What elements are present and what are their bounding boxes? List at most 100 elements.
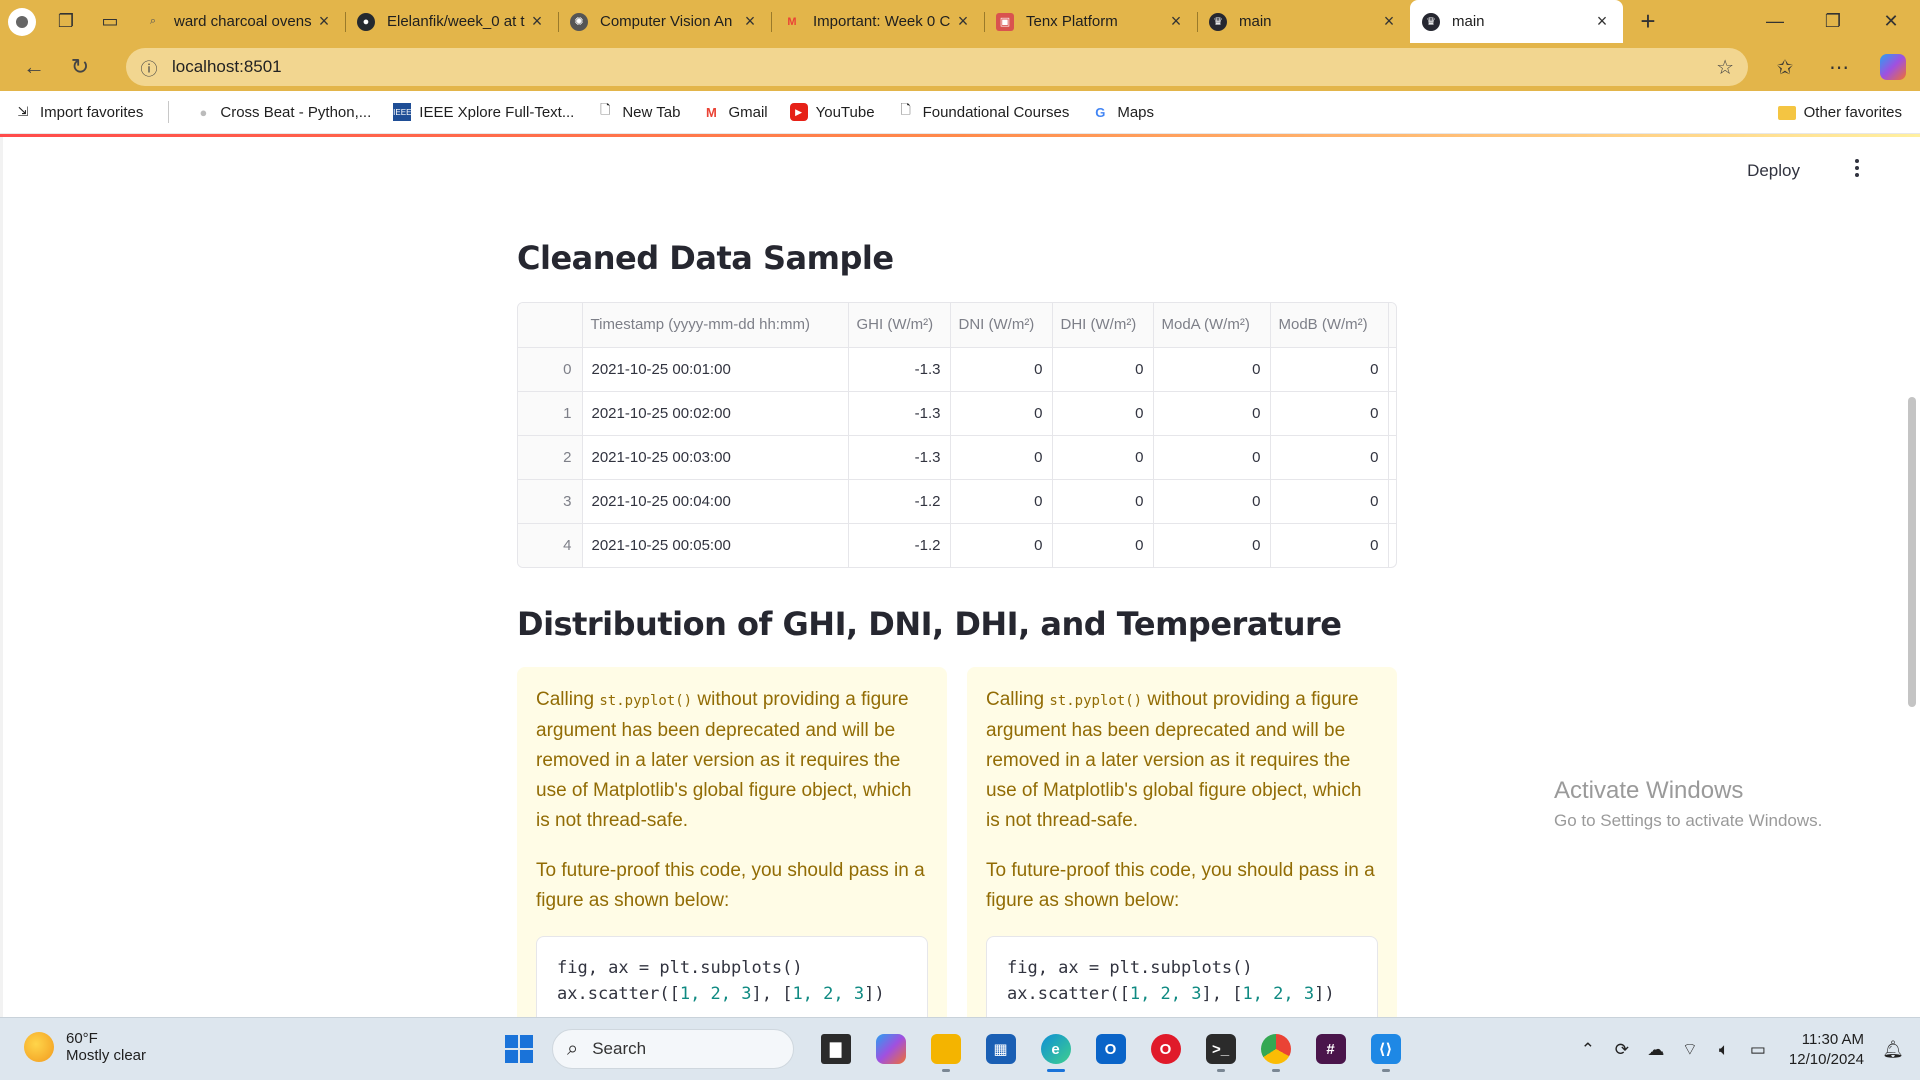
table-cell[interactable]: 0 xyxy=(950,391,1053,436)
table-cell[interactable] xyxy=(1388,347,1396,392)
wifi-icon[interactable]: ⌔ xyxy=(1673,1039,1707,1060)
taskbar-app-store[interactable]: ▦ xyxy=(973,1026,1028,1072)
table-cell[interactable]: 0 xyxy=(950,523,1053,567)
table-cell[interactable]: 0 xyxy=(1052,479,1154,524)
taskbar-app-edge[interactable]: e xyxy=(1028,1026,1083,1072)
favorite-cross-beat[interactable]: ● Cross Beat - Python,... xyxy=(183,91,382,134)
url-field[interactable]: ⓘ localhost:8501 ☆ xyxy=(126,48,1748,86)
taskbar-app-terminal[interactable]: >_ xyxy=(1193,1026,1248,1072)
notifications-icon[interactable]: 🔔︎ xyxy=(1876,1040,1910,1060)
deploy-button[interactable]: Deploy xyxy=(1747,161,1800,181)
table-cell[interactable]: 0 xyxy=(1153,391,1271,436)
copilot-icon[interactable] xyxy=(1880,54,1906,80)
table-cell[interactable]: 2021-10-25 00:02:00 xyxy=(582,391,849,436)
weather-widget[interactable]: 60°F Mostly clear xyxy=(24,1030,146,1064)
table-cell[interactable]: 0 xyxy=(1153,479,1271,524)
column-header[interactable]: ModA (W/m²) xyxy=(1153,303,1271,348)
table-cell[interactable]: 0 xyxy=(950,435,1053,480)
taskbar-app-file-explorer[interactable] xyxy=(918,1026,973,1072)
table-cell[interactable]: 0 xyxy=(1270,523,1389,567)
close-tab-icon[interactable]: × xyxy=(952,11,974,32)
table-cell[interactable]: 2021-10-25 00:05:00 xyxy=(582,523,849,567)
favorite-foundational-courses[interactable]: 🗋 Foundational Courses xyxy=(886,91,1081,134)
volume-icon[interactable]: 🔈︎ xyxy=(1707,1040,1741,1060)
browser-tab[interactable]: ♛ main × xyxy=(1197,0,1410,43)
sync-icon[interactable]: ⟳ xyxy=(1605,1040,1639,1060)
column-header[interactable]: ModB (W/m²) xyxy=(1270,303,1389,348)
restore-icon[interactable]: ❐ xyxy=(1804,0,1862,43)
table-cell[interactable]: -1.3 xyxy=(848,435,951,480)
favorite-ieee[interactable]: IEEE IEEE Xplore Full-Text... xyxy=(382,91,585,134)
close-tab-icon[interactable]: × xyxy=(526,11,548,32)
table-cell[interactable]: 2021-10-25 00:01:00 xyxy=(582,347,849,392)
reload-icon[interactable]: ↻ xyxy=(58,47,102,87)
table-cell[interactable]: -1.3 xyxy=(848,391,951,436)
close-tab-icon[interactable]: × xyxy=(313,11,335,32)
scrollbar[interactable] xyxy=(1908,397,1916,707)
table-cell[interactable]: 0 xyxy=(1153,435,1271,480)
table-cell[interactable] xyxy=(1388,479,1396,524)
favorite-new-tab[interactable]: 🗋 New Tab xyxy=(585,91,691,134)
taskbar-app-vscode[interactable]: ⟨⟩ xyxy=(1358,1026,1413,1072)
workspaces-icon[interactable]: ❐ xyxy=(44,0,88,43)
battery-icon[interactable]: ▭ xyxy=(1741,1040,1775,1060)
browser-tab[interactable]: ⌕ ward charcoal ovens × xyxy=(132,0,345,43)
dataframe[interactable]: Timestamp (yyyy-mm-dd hh:mm) GHI (W/m²) … xyxy=(517,302,1397,568)
favorite-import[interactable]: ⇲ Import favorites xyxy=(0,91,154,134)
taskbar-search[interactable]: ⌕ Search xyxy=(552,1029,794,1069)
browser-tab[interactable]: ● Elelanfik/week_0 at t × xyxy=(345,0,558,43)
minimize-icon[interactable]: — xyxy=(1746,0,1804,43)
close-tab-icon[interactable]: × xyxy=(1378,11,1400,32)
column-header[interactable]: DHI (W/m²) xyxy=(1052,303,1154,348)
table-cell[interactable]: 0 xyxy=(950,479,1053,524)
other-favorites[interactable]: Other favorites xyxy=(1777,91,1902,134)
table-cell[interactable]: 0 xyxy=(1270,435,1389,480)
favorite-star-icon[interactable]: ☆ xyxy=(1716,55,1734,80)
column-header[interactable]: T xyxy=(1388,303,1396,348)
taskbar-app-chrome[interactable] xyxy=(1248,1026,1303,1072)
browser-tab[interactable]: M Important: Week 0 C × xyxy=(771,0,984,43)
table-cell[interactable] xyxy=(1388,523,1396,567)
close-window-icon[interactable]: ✕ xyxy=(1862,0,1920,43)
tab-actions-icon[interactable]: ▭ xyxy=(88,0,132,43)
back-icon[interactable]: ← xyxy=(12,47,56,87)
table-cell[interactable]: 0 xyxy=(1153,523,1271,567)
chevron-up-icon[interactable]: ⌃ xyxy=(1571,1040,1605,1060)
taskbar-app-task-view[interactable]: ▇ xyxy=(808,1026,863,1072)
column-header[interactable]: GHI (W/m²) xyxy=(848,303,951,348)
table-cell[interactable]: 0 xyxy=(1052,523,1154,567)
table-cell[interactable]: 0 xyxy=(950,347,1053,392)
table-cell[interactable]: 0 xyxy=(1052,391,1154,436)
table-cell[interactable]: 2021-10-25 00:04:00 xyxy=(582,479,849,524)
table-cell[interactable] xyxy=(1388,435,1396,480)
start-button[interactable] xyxy=(496,1026,542,1072)
table-cell[interactable]: 0 xyxy=(1270,391,1389,436)
browser-tab[interactable]: ✺ Computer Vision An × xyxy=(558,0,771,43)
favorite-gmail[interactable]: M Gmail xyxy=(691,91,778,134)
new-tab-button[interactable]: + xyxy=(1623,6,1673,37)
site-info-icon[interactable]: ⓘ xyxy=(126,55,172,80)
close-tab-icon[interactable]: × xyxy=(739,11,761,32)
table-cell[interactable] xyxy=(1388,391,1396,436)
table-cell[interactable]: -1.3 xyxy=(848,347,951,392)
table-cell[interactable]: 0 xyxy=(1052,347,1154,392)
column-header[interactable]: DNI (W/m²) xyxy=(950,303,1053,348)
table-cell[interactable]: -1.2 xyxy=(848,523,951,567)
table-cell[interactable]: 0 xyxy=(1270,347,1389,392)
code-block[interactable]: fig, ax = plt.subplots() ax.scatter([1, … xyxy=(986,936,1378,1017)
close-tab-icon[interactable]: × xyxy=(1591,11,1613,32)
favorite-youtube[interactable]: ▶ YouTube xyxy=(779,91,886,134)
table-cell[interactable]: 0 xyxy=(1153,347,1271,392)
favorites-icon[interactable]: ✩ xyxy=(1758,55,1812,80)
close-tab-icon[interactable]: × xyxy=(1165,11,1187,32)
column-header[interactable]: Timestamp (yyyy-mm-dd hh:mm) xyxy=(582,303,849,348)
profile-button[interactable] xyxy=(0,0,44,43)
code-block[interactable]: fig, ax = plt.subplots() ax.scatter([1, … xyxy=(536,936,928,1017)
taskbar-app-opera[interactable]: O xyxy=(1138,1026,1193,1072)
browser-tab-active[interactable]: ♛ main × xyxy=(1410,0,1623,43)
taskbar-app-slack[interactable]: # xyxy=(1303,1026,1358,1072)
onedrive-icon[interactable]: ☁ xyxy=(1639,1040,1673,1060)
taskbar-app-copilot[interactable] xyxy=(863,1026,918,1072)
url-text[interactable]: localhost:8501 xyxy=(172,57,282,77)
taskbar-app-outlook[interactable]: O xyxy=(1083,1026,1138,1072)
